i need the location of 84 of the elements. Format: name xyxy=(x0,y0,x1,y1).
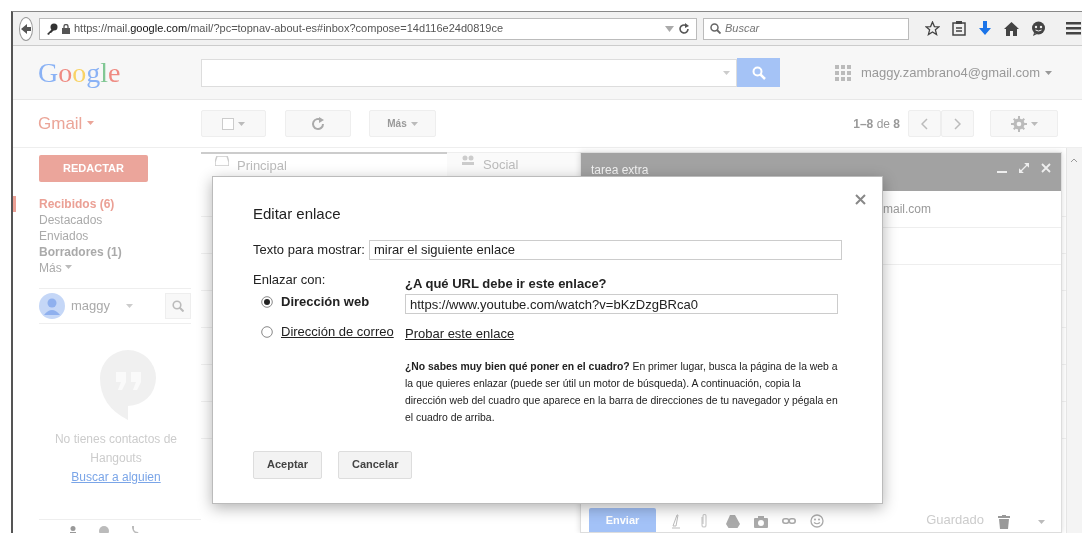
back-icon xyxy=(20,22,32,35)
download-icon[interactable] xyxy=(978,21,992,36)
search-icon xyxy=(710,23,721,34)
search-field[interactable] xyxy=(201,58,737,87)
folder-item[interactable]: Recibidos (6) xyxy=(13,196,201,212)
home-icon[interactable] xyxy=(1004,21,1019,36)
url-input[interactable]: https://www.youtube.com/watch?v=bKzDzgBRca0 xyxy=(405,294,838,314)
search-icon xyxy=(751,65,766,80)
scroll-up-icon[interactable] xyxy=(1070,158,1078,164)
radio-option[interactable]: Dirección de correo xyxy=(253,319,400,344)
refresh-icon xyxy=(311,116,325,131)
trash-icon[interactable] xyxy=(998,515,1010,529)
expand-icon[interactable] xyxy=(1019,163,1029,173)
address-bar[interactable]: https://mail.google.com/mail/?pc=topnav-about-es#inbox?compose=14d116e24d0819ce xyxy=(39,17,697,40)
caret-icon xyxy=(410,121,418,126)
person-icon[interactable] xyxy=(69,526,77,533)
recipient-text: mail.com xyxy=(883,201,931,218)
caret-icon[interactable] xyxy=(87,120,95,125)
lock-icon xyxy=(62,23,70,34)
back-button[interactable] xyxy=(19,16,33,41)
chat-icon[interactable] xyxy=(1031,21,1046,36)
accept-button[interactable]: Aceptar xyxy=(253,450,322,479)
send-button[interactable]: Enviar xyxy=(589,508,656,532)
settings-button[interactable] xyxy=(990,110,1058,137)
caret-icon[interactable] xyxy=(1045,70,1053,75)
account-email[interactable]: maggy.zambrano4@gmail.com xyxy=(861,62,1041,83)
google-logo[interactable]: Google xyxy=(13,51,201,94)
caret-icon[interactable] xyxy=(126,304,134,308)
key-icon xyxy=(46,22,58,35)
clipboard-icon[interactable] xyxy=(952,21,966,36)
reload-icon[interactable] xyxy=(678,22,690,35)
dialog-title: Editar enlace xyxy=(253,204,342,224)
link-label: Enlazar con: xyxy=(253,270,327,289)
more-link[interactable]: Más xyxy=(39,261,62,275)
caret-icon xyxy=(1030,121,1038,126)
url-question: ¿A qué URL debe ir este enlace? xyxy=(405,274,608,293)
apps-icon[interactable] xyxy=(835,64,851,81)
previous-button[interactable] xyxy=(908,110,941,137)
caret-icon[interactable] xyxy=(64,265,72,270)
chevron-right-icon xyxy=(954,117,961,130)
refresh-button[interactable] xyxy=(285,110,351,137)
compose-button[interactable]: REDACTAR xyxy=(39,155,148,182)
scrollbar[interactable] xyxy=(1066,148,1082,533)
chevron-left-icon xyxy=(921,117,928,130)
url-text: https://mail.google.com/mail/?pc=topnav-about-es#inbox?compose=14d116e24d0819ce xyxy=(74,21,504,37)
radio-option[interactable]: Dirección web xyxy=(253,289,376,314)
drive-icon[interactable] xyxy=(726,514,740,529)
compose-title: tarea extra xyxy=(591,162,649,179)
text-input[interactable]: mirar el siguiente enlace xyxy=(369,239,842,260)
folder-item[interactable]: Enviados xyxy=(13,228,201,244)
caret-icon xyxy=(238,121,245,126)
user-name[interactable]: maggy xyxy=(71,296,111,316)
menu-icon[interactable] xyxy=(1066,22,1081,35)
avatar-icon[interactable] xyxy=(39,293,65,319)
cancel-button[interactable]: Cancelar xyxy=(337,450,413,479)
folder-item[interactable]: Borradores (1) xyxy=(13,244,201,260)
select-button[interactable] xyxy=(201,110,266,137)
caret-icon xyxy=(723,70,730,75)
checkbox-icon xyxy=(222,117,234,130)
more-button[interactable]: Más xyxy=(369,110,436,137)
search-engine-link[interactable]: motor de búsqueda xyxy=(593,377,683,389)
search-button[interactable] xyxy=(737,58,780,87)
people-icon xyxy=(461,155,475,165)
inbox-icon xyxy=(215,156,229,166)
search-button[interactable] xyxy=(165,293,191,319)
next-button[interactable] xyxy=(941,110,974,137)
star-icon[interactable] xyxy=(925,21,940,36)
dropdown-icon[interactable] xyxy=(665,25,674,32)
folder-item[interactable]: Destacados xyxy=(13,212,201,228)
test-link[interactable]: Probar este enlace xyxy=(405,324,515,344)
search-field[interactable]: Buscar xyxy=(703,17,909,40)
phone-icon[interactable] xyxy=(131,526,139,533)
pagination-text: 1–8 de 8 xyxy=(853,115,900,133)
camera-icon[interactable] xyxy=(754,514,768,529)
settings-icon xyxy=(1010,115,1027,132)
search-link[interactable]: Buscar a alguien xyxy=(71,470,161,484)
close-icon[interactable] xyxy=(1041,163,1051,173)
emoji-icon[interactable] xyxy=(810,514,824,529)
text-label: Texto para mostrar: xyxy=(253,240,365,259)
search-icon xyxy=(172,300,184,312)
help-text: ¿No sabes muy bien qué poner en el cuadro? En primer lugar, busca la página de la web a la que quieres enlazar (puede ser útil un motor de búsqueda). A continuación, copia la dirección web del cuadro que aparece en la barra de direcciones de tu navegador y pégala en el cuadro de arriba. xyxy=(405,359,839,425)
caret-icon[interactable] xyxy=(1038,520,1045,524)
close-icon xyxy=(855,194,866,206)
app-menu[interactable]: Gmail xyxy=(38,113,83,133)
